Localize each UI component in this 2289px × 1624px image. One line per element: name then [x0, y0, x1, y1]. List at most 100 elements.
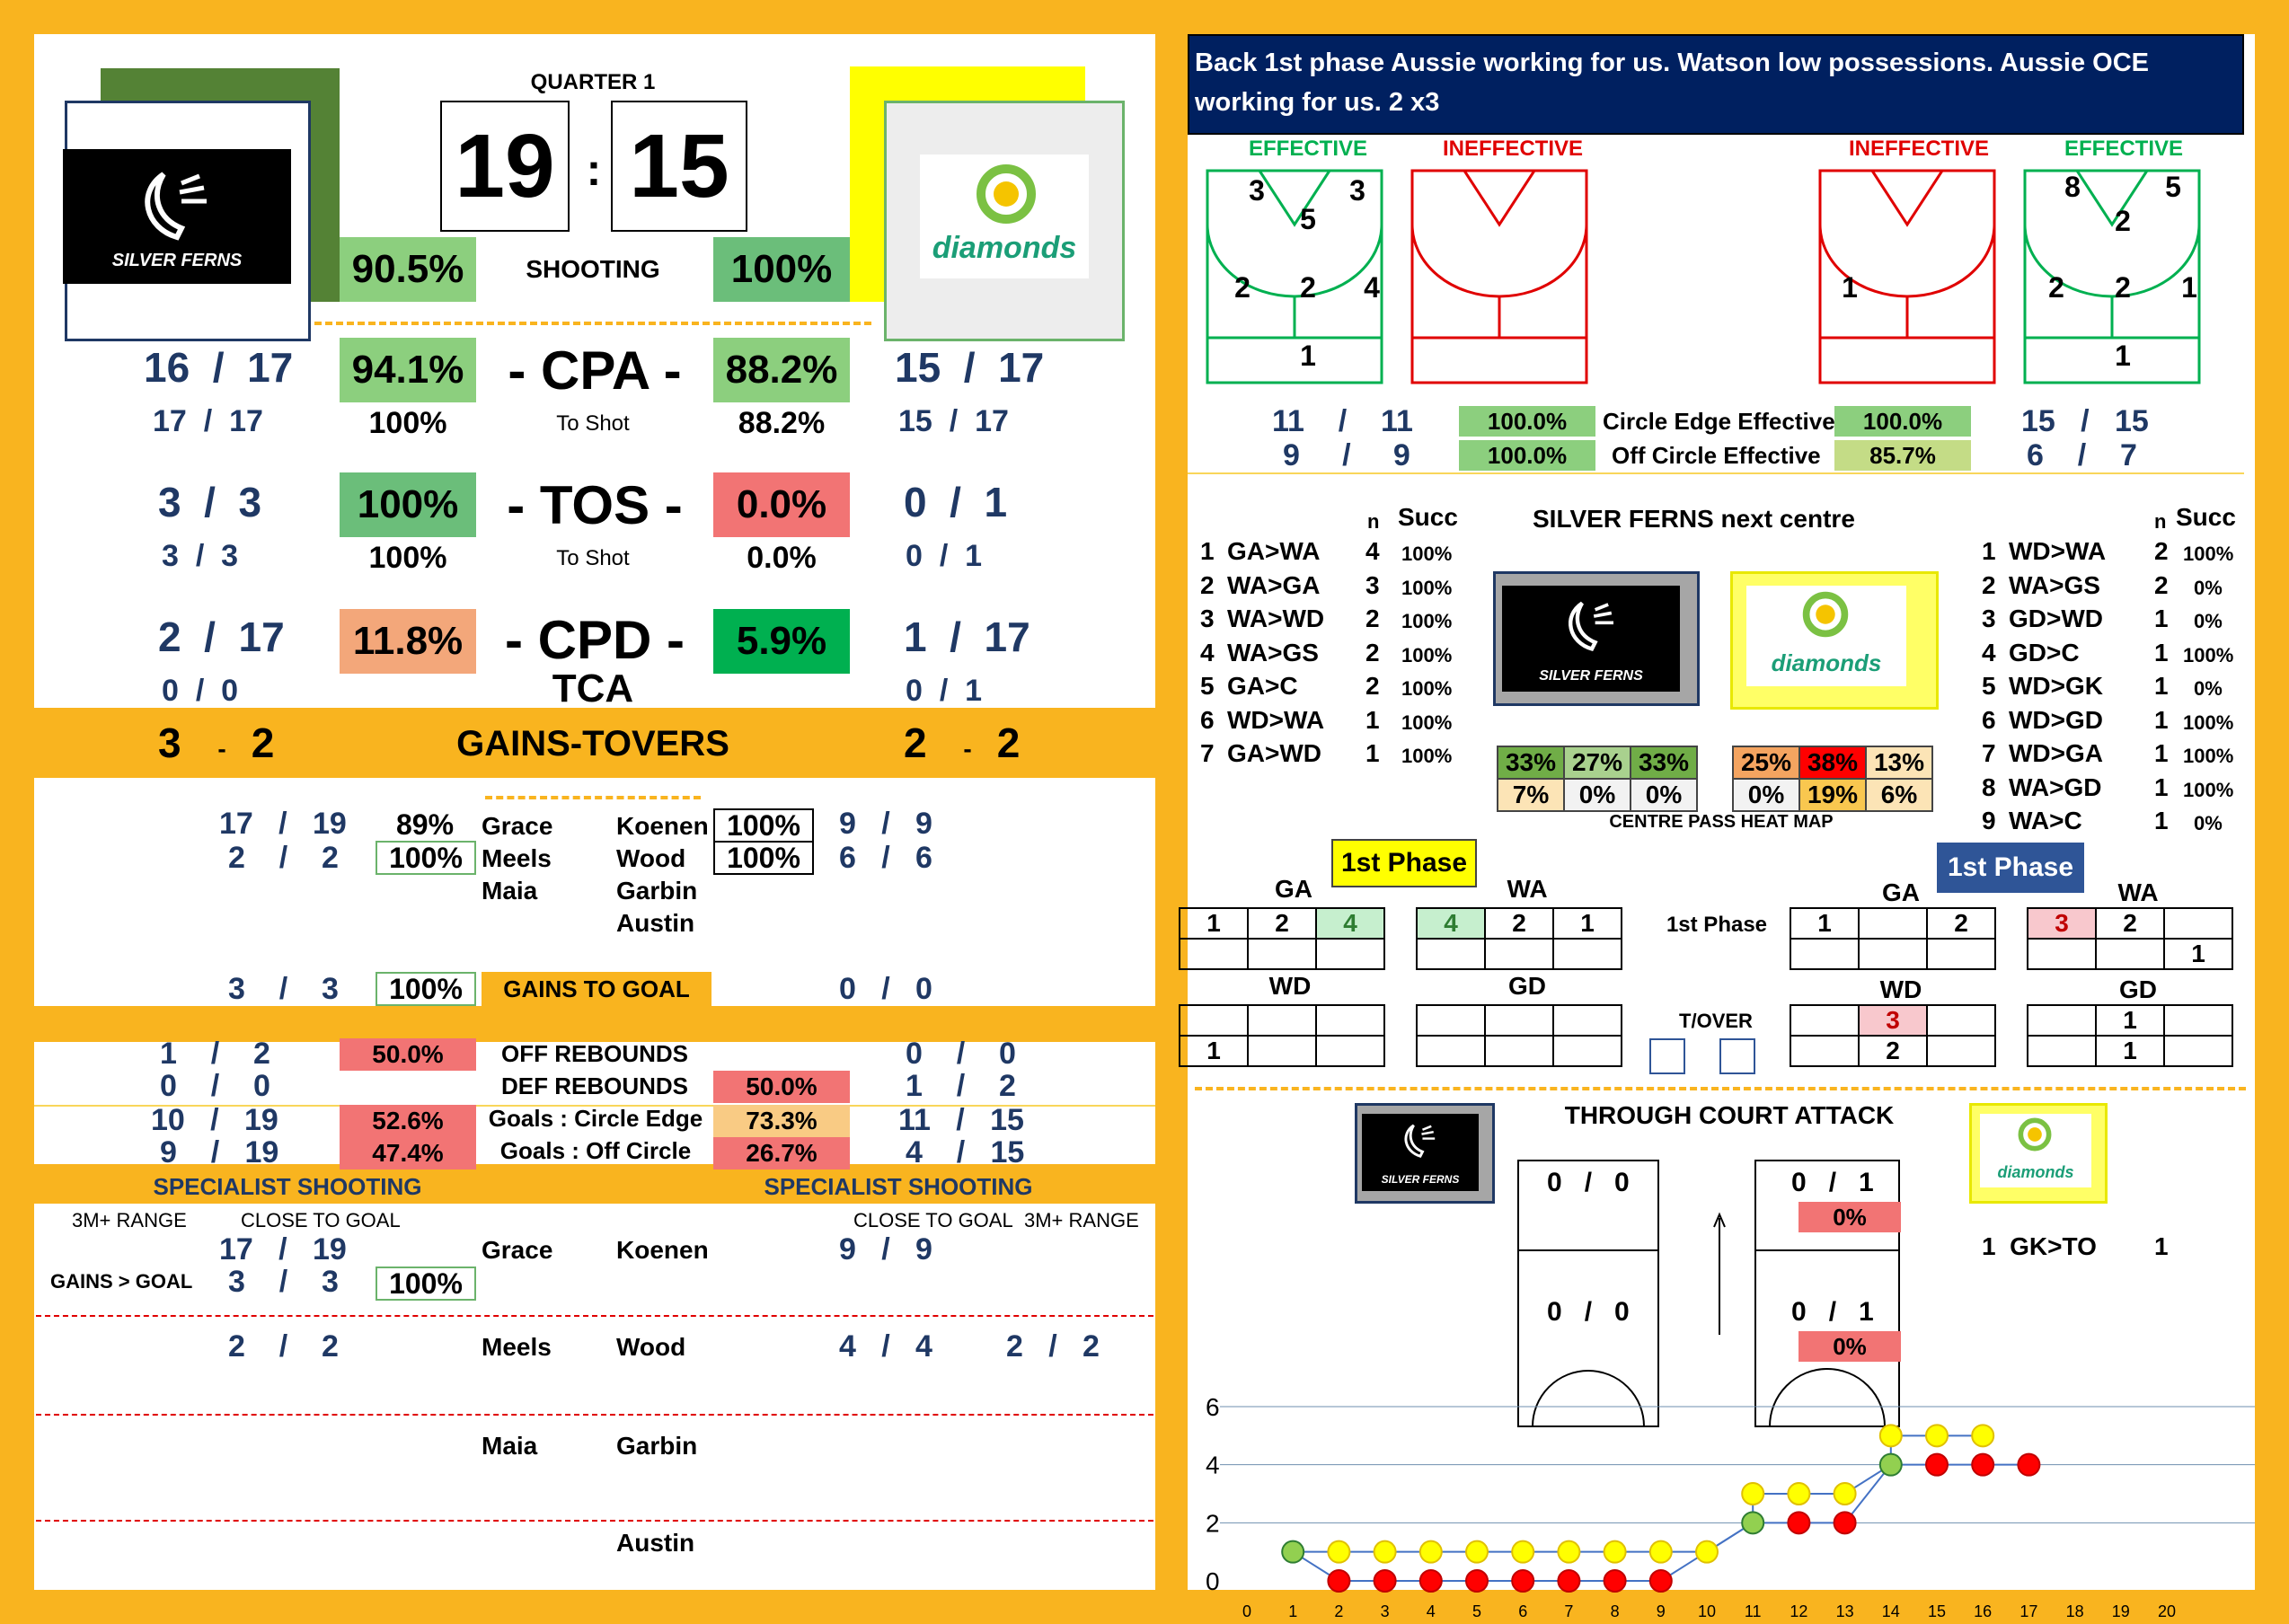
centre-away-row: 1 WD>WA 2 100% — [1982, 537, 2251, 571]
home-r1-a: 17 — [219, 807, 253, 841]
wood-close-b: 4 — [915, 1329, 932, 1364]
shooter-garbin: Garbin — [616, 877, 698, 905]
tca-tl-a: 0 — [1547, 1168, 1562, 1197]
phase-cell — [1926, 938, 1996, 970]
shooter-austin: Austin — [616, 909, 695, 937]
phase-cell — [1484, 1035, 1554, 1067]
c1-mr: 4 — [1364, 271, 1380, 304]
tos-home-2b: 3 — [221, 539, 239, 573]
tover-box-2 — [1719, 1038, 1755, 1074]
chart-x-tick: 18 — [2066, 1602, 2084, 1620]
centre-home-row: 1 GA>WA 4 100% — [1200, 537, 1470, 571]
home-close-label: CLOSE TO GOAL — [241, 1209, 401, 1231]
centre-silver-ferns-logo: SILVER FERNS — [1502, 586, 1680, 692]
heat-home-cell: 7% — [1498, 779, 1564, 811]
tover-box-1 — [1649, 1038, 1685, 1074]
ineffective-label-2: INEFFECTIVE — [1848, 137, 1989, 161]
ce-away-b: 15 — [990, 1103, 1024, 1137]
chart-point — [1648, 1540, 1673, 1564]
centre-away-row: 6 WD>GD 1 100% — [1982, 706, 2251, 740]
phase-away-wd-label: WD — [1879, 975, 1922, 1003]
centre-away-n: 1 — [2154, 672, 2169, 700]
tos-home-2a: 3 — [162, 539, 179, 573]
wood-close-a: 4 — [839, 1329, 856, 1364]
tca-bl-a: 0 — [1547, 1297, 1562, 1327]
grace-close-a: 17 — [219, 1232, 253, 1267]
centre-away-pass: WD>GD — [2009, 705, 2103, 734]
cpa-away-1a: 15 — [895, 344, 941, 391]
chart-point — [1373, 1569, 1397, 1593]
centre-away-pass: WD>GK — [2009, 672, 2103, 700]
phase-cell — [1247, 938, 1317, 970]
cpa-home-row2: 17 / 17 — [153, 404, 263, 438]
centre-away-n: 1 — [2154, 739, 2169, 767]
off-reb-label: OFF REBOUNDS — [501, 1040, 688, 1067]
tca-tl: 0 / 0 — [1547, 1168, 1630, 1197]
phase-cell: 1 — [1552, 907, 1622, 940]
centre-home-row: 2 WA>GA 3 100% — [1200, 571, 1470, 605]
centre-home-rank: 7 — [1200, 739, 1215, 767]
tca-home-team-name: SILVER FERNS — [1381, 1173, 1460, 1186]
heat-map-home: 33% 27% 33% 7% 0% 0% — [1497, 746, 1698, 812]
centre-home-succ: 100% — [1401, 543, 1453, 565]
meels-close-b: 2 — [321, 1329, 339, 1364]
home-shooting-pct: 90.5% — [340, 237, 476, 302]
phase-away-wa-label: WA — [2117, 878, 2159, 906]
circle-home-oc-a: 9 — [1283, 438, 1300, 472]
tca-tl-b: 0 — [1614, 1168, 1630, 1197]
chart-y-tick: 2 — [1206, 1509, 1220, 1537]
wood-range: 2 / 2 — [1006, 1329, 1100, 1364]
chart-x-tick: 8 — [1611, 1602, 1620, 1620]
c4-ml: 2 — [2048, 271, 2064, 304]
home-r1-b: 19 — [312, 807, 347, 841]
tos-away-2a: 0 — [906, 539, 923, 573]
tos-away-2b: 1 — [965, 539, 983, 573]
phase-cell: 2 — [1247, 907, 1317, 940]
phase-cell — [1179, 1004, 1249, 1037]
ce-home: 10 / 19 — [151, 1103, 278, 1137]
def-reb-home-b: 0 — [252, 1069, 270, 1103]
chart-point — [1695, 1540, 1719, 1564]
cpa-home-2b: 17 — [229, 404, 263, 438]
circle-away-oc-b: 7 — [2119, 438, 2137, 472]
chart-point — [1418, 1540, 1443, 1564]
tca-tr-a: 0 — [1791, 1168, 1807, 1197]
phase-cell: 4 — [1315, 907, 1385, 940]
tca-br-pct: 0% — [1798, 1331, 1901, 1362]
wood-close: 4 / 4 — [839, 1329, 932, 1364]
chart-x-tick: 15 — [1928, 1602, 1946, 1620]
tos-away-1b: 1 — [984, 479, 1008, 525]
grace-gains: 3 / 3 — [228, 1265, 339, 1299]
phase-home-wd-table: 1 — [1179, 1004, 1385, 1067]
chart-point — [1971, 1424, 1995, 1448]
heat-away-cell: 0% — [1733, 779, 1799, 811]
phase-cell: 1 — [2095, 1004, 2165, 1037]
centre-home-succ: 100% — [1401, 710, 1453, 734]
cpa-home-pct2: 100% — [368, 406, 447, 440]
tover-label: T/OVER — [1679, 1010, 1753, 1032]
koenen-close: 9 / 9 — [839, 1232, 932, 1267]
gains-home-gains: 3 — [158, 719, 181, 766]
chart-x-tick: 17 — [2019, 1602, 2037, 1620]
oc-home-b: 19 — [244, 1135, 279, 1169]
heat-home-cell: 33% — [1498, 746, 1564, 779]
phase-cell — [2163, 1035, 2233, 1067]
centre-home-pass: GA>WA — [1227, 537, 1321, 565]
centre-away-n: 2 — [2154, 570, 2169, 599]
oc-away-a: 4 — [906, 1135, 923, 1169]
centre-away-pass: WD>GA — [2009, 739, 2103, 767]
centre-home-n: 2 — [1365, 605, 1380, 632]
shooter-maia: Maia — [482, 877, 538, 905]
cpa-away-pct: 88.2% — [713, 338, 850, 402]
cpa-away-2b: 17 — [975, 404, 1009, 438]
def-reb-away-a: 1 — [906, 1069, 923, 1103]
centre-away-list: 1 WD>WA 2 100% 2 WA>GS 2 0% 3 GD>WD 1 0% 4 GD>C 1 10… — [1982, 537, 2251, 841]
cpa-away-pct2: 88.2% — [738, 406, 826, 440]
centre-succ-home: Succ — [1398, 503, 1458, 531]
chart-x-tick: 3 — [1381, 1602, 1390, 1620]
phase-cell: 2 — [1484, 907, 1554, 940]
cpd-home-1a: 2 — [158, 613, 181, 660]
chart-x-tick: 20 — [2158, 1602, 2176, 1620]
centre-away-row: 5 WD>GK 1 0% — [1982, 672, 2251, 706]
centre-succ-away: Succ — [2176, 503, 2236, 531]
